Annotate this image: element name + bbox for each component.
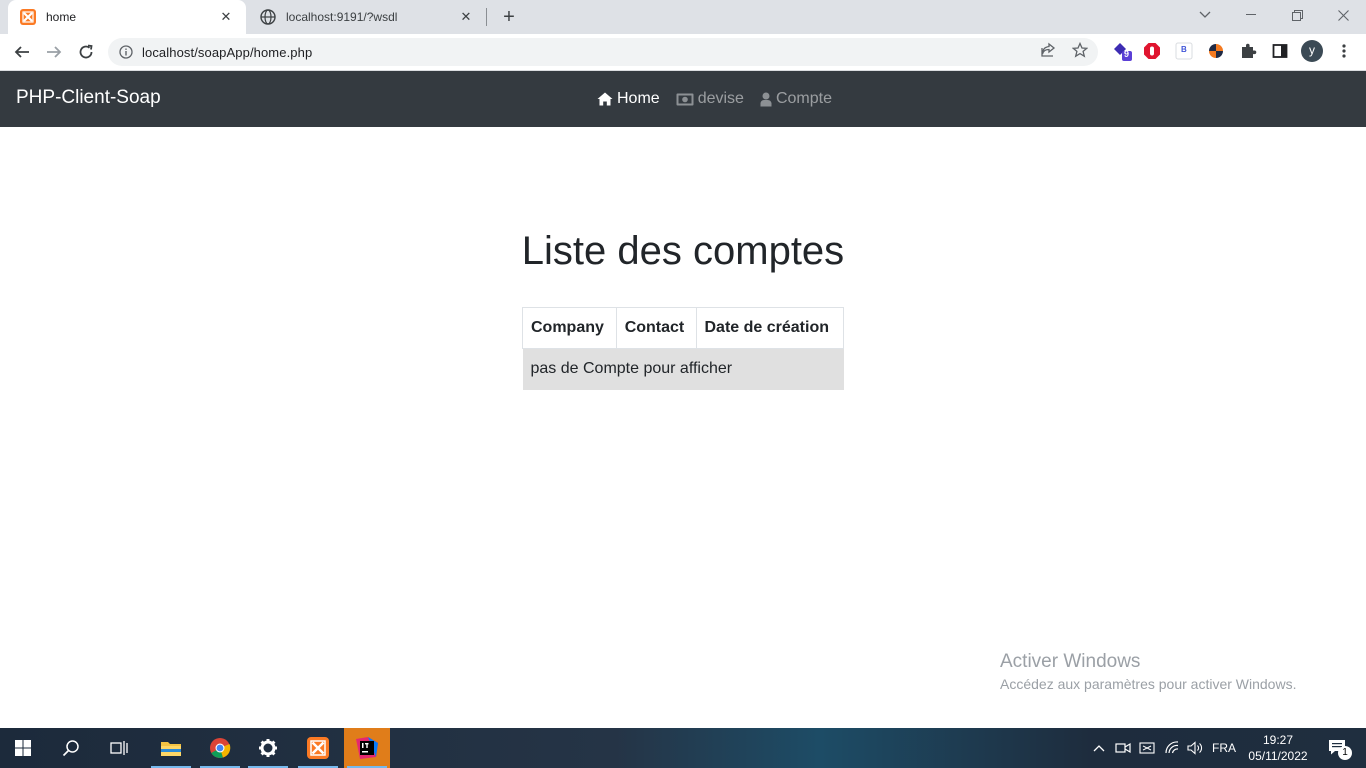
browser-toolbar: localhost/soapApp/home.php 9 B y <box>0 34 1366 71</box>
navbar-links: Home devise Compte <box>597 90 848 108</box>
column-header-contact: Contact <box>615 307 697 349</box>
intellij-icon[interactable] <box>344 728 390 768</box>
nav-link-label: Home <box>617 90 660 107</box>
input-method-icon[interactable] <box>1136 728 1158 768</box>
minimize-button[interactable] <box>1228 0 1274 30</box>
clock-time: 19:27 <box>1262 733 1294 747</box>
clock-date: 05/11/2022 <box>1248 749 1308 763</box>
share-icon[interactable] <box>1038 40 1058 60</box>
tab-separator <box>486 8 487 26</box>
settings-icon[interactable] <box>245 728 291 768</box>
extensions-puzzle-icon[interactable] <box>1237 40 1259 62</box>
tab-wsdl[interactable]: localhost:9191/?wsdl ✕ <box>248 0 486 34</box>
navbar-brand[interactable]: PHP-Client-Soap <box>16 87 161 109</box>
show-hidden-icons-icon[interactable] <box>1088 728 1110 768</box>
wifi-icon[interactable] <box>1160 728 1184 768</box>
table-header-row: Company Contact Date de création <box>522 307 844 349</box>
user-icon <box>760 92 772 106</box>
empty-table-message: pas de Compte pour afficher <box>522 348 844 390</box>
new-tab-button[interactable]: + <box>498 6 520 28</box>
column-header-company: Company <box>522 307 617 349</box>
restore-button[interactable] <box>1274 0 1320 30</box>
reload-button[interactable] <box>72 38 100 66</box>
column-header-date: Date de création <box>695 307 844 349</box>
notification-count: 1 <box>1338 746 1352 760</box>
start-icon[interactable] <box>0 728 46 768</box>
adblock-icon[interactable] <box>1141 40 1163 62</box>
url-text: localhost/soapApp/home.php <box>142 44 313 60</box>
side-panel-icon[interactable] <box>1269 40 1291 62</box>
nav-link-label: devise <box>697 90 744 107</box>
file-explorer-icon[interactable] <box>148 728 194 768</box>
extension-badge-count: 9 <box>1124 49 1130 59</box>
taskbar-clock[interactable]: 19:27 05/11/2022 <box>1245 732 1311 764</box>
windows-activation-watermark: Activer Windows Accédez aux paramètres p… <box>1000 651 1296 692</box>
close-tab-icon[interactable]: ✕ <box>458 9 474 25</box>
chrome-menu-icon[interactable] <box>1333 40 1355 62</box>
address-bar[interactable]: localhost/soapApp/home.php <box>108 38 1098 66</box>
nav-link-home[interactable]: Home <box>597 90 660 108</box>
tab-title: home <box>46 10 77 24</box>
money-icon <box>676 93 694 105</box>
xampp-icon[interactable] <box>295 728 341 768</box>
home-icon <box>597 92 613 106</box>
profile-avatar[interactable]: y <box>1301 40 1323 62</box>
bookmark-star-icon[interactable] <box>1070 40 1090 60</box>
site-navbar: PHP-Client-Soap Home devise Compte <box>0 71 1366 127</box>
close-tab-icon[interactable]: ✕ <box>218 9 234 25</box>
close-window-button[interactable] <box>1320 0 1366 30</box>
search-icon[interactable] <box>48 728 94 768</box>
page-title: Liste des comptes <box>521 229 845 273</box>
notification-center-icon[interactable]: 1 <box>1318 728 1358 768</box>
language-indicator[interactable]: FRA <box>1208 728 1240 768</box>
nav-link-devise[interactable]: devise <box>676 90 744 108</box>
chrome-icon[interactable] <box>197 728 243 768</box>
xampp-favicon-icon <box>20 9 36 25</box>
nav-link-compte[interactable]: Compte <box>760 90 832 108</box>
accounts-table: Company Contact Date de création pas de … <box>522 307 844 390</box>
tab-home[interactable]: home ✕ <box>8 0 246 34</box>
extension-badge-icon[interactable]: 9 <box>1111 40 1133 62</box>
extension-swirl-icon[interactable] <box>1205 40 1227 62</box>
meet-now-icon[interactable] <box>1112 728 1134 768</box>
tab-search-icon[interactable] <box>1182 0 1228 30</box>
browser-tabstrip: home ✕ localhost:9191/?wsdl ✕ + <box>0 0 1366 34</box>
back-button[interactable] <box>8 38 36 66</box>
forward-button[interactable] <box>40 38 68 66</box>
extension-b-label: B <box>1181 45 1187 54</box>
globe-icon <box>260 9 276 25</box>
task-view-icon[interactable] <box>96 728 142 768</box>
windows-taskbar: FRA 19:27 05/11/2022 1 <box>0 728 1366 768</box>
watermark-subtitle: Accédez aux paramètres pour activer Wind… <box>1000 676 1297 692</box>
table-row: pas de Compte pour afficher <box>522 348 844 390</box>
nav-link-label: Compte <box>775 90 832 107</box>
profile-initial: y <box>1309 43 1315 57</box>
extension-b-icon[interactable]: B <box>1173 40 1195 62</box>
site-info-icon[interactable] <box>118 44 134 60</box>
volume-icon[interactable] <box>1184 728 1206 768</box>
tab-title: localhost:9191/?wsdl <box>286 10 398 24</box>
watermark-title: Activer Windows <box>1000 651 1141 672</box>
